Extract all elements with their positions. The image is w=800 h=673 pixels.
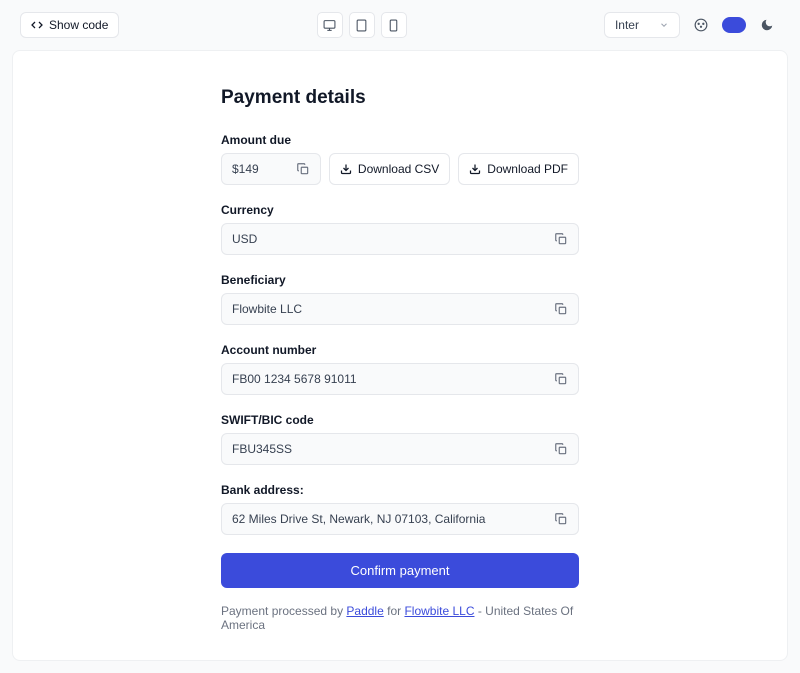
confirm-button[interactable]: Confirm payment [221, 553, 579, 588]
copy-icon[interactable] [554, 442, 568, 456]
footer-text: Payment processed by Paddle for Flowbite… [221, 604, 579, 632]
dark-mode-button[interactable] [754, 12, 780, 38]
bank-label: Bank address: [221, 483, 579, 497]
mobile-view-button[interactable] [381, 12, 407, 38]
currency-field: USD [221, 223, 579, 255]
desktop-icon [323, 19, 336, 32]
palette-button[interactable] [688, 12, 714, 38]
copy-icon[interactable] [554, 512, 568, 526]
show-code-button[interactable]: Show code [20, 12, 119, 38]
font-select[interactable]: Inter [604, 12, 680, 38]
account-field: FB00 1234 5678 91011 [221, 363, 579, 395]
palette-icon [694, 18, 708, 32]
account-value: FB00 1234 5678 91011 [232, 372, 357, 386]
copy-icon[interactable] [296, 162, 310, 176]
toolbar: Show code Inter [0, 0, 800, 50]
bank-value: 62 Miles Drive St, Newark, NJ 07103, Cal… [232, 512, 485, 526]
account-label: Account number [221, 343, 579, 357]
download-icon [469, 163, 481, 175]
font-select-label: Inter [615, 18, 639, 32]
page-title: Payment details [221, 87, 579, 109]
swift-label: SWIFT/BIC code [221, 413, 579, 427]
amount-label: Amount due [221, 133, 579, 147]
swift-value: FBU345SS [232, 442, 292, 456]
tablet-icon [355, 19, 368, 32]
paddle-link[interactable]: Paddle [346, 604, 383, 618]
download-csv-label: Download CSV [358, 162, 439, 176]
beneficiary-value: Flowbite LLC [232, 302, 302, 316]
download-csv-button[interactable]: Download CSV [329, 153, 450, 185]
copy-icon[interactable] [554, 302, 568, 316]
moon-icon [760, 18, 774, 32]
code-icon [31, 19, 43, 31]
mobile-icon [387, 19, 400, 32]
tablet-view-button[interactable] [349, 12, 375, 38]
swift-field: FBU345SS [221, 433, 579, 465]
payment-card: Payment details Amount due $149 Download… [12, 50, 788, 661]
copy-icon[interactable] [554, 372, 568, 386]
chevron-down-icon [659, 20, 669, 30]
download-icon [340, 163, 352, 175]
beneficiary-label: Beneficiary [221, 273, 579, 287]
download-pdf-label: Download PDF [487, 162, 568, 176]
flowbite-link[interactable]: Flowbite LLC [404, 604, 474, 618]
desktop-view-button[interactable] [317, 12, 343, 38]
copy-icon[interactable] [554, 232, 568, 246]
amount-field: $149 [221, 153, 321, 185]
currency-label: Currency [221, 203, 579, 217]
beneficiary-field: Flowbite LLC [221, 293, 579, 325]
currency-value: USD [232, 232, 257, 246]
color-pill[interactable] [722, 17, 746, 33]
show-code-label: Show code [49, 18, 108, 32]
bank-field: 62 Miles Drive St, Newark, NJ 07103, Cal… [221, 503, 579, 535]
download-pdf-button[interactable]: Download PDF [458, 153, 579, 185]
amount-value: $149 [232, 162, 259, 176]
